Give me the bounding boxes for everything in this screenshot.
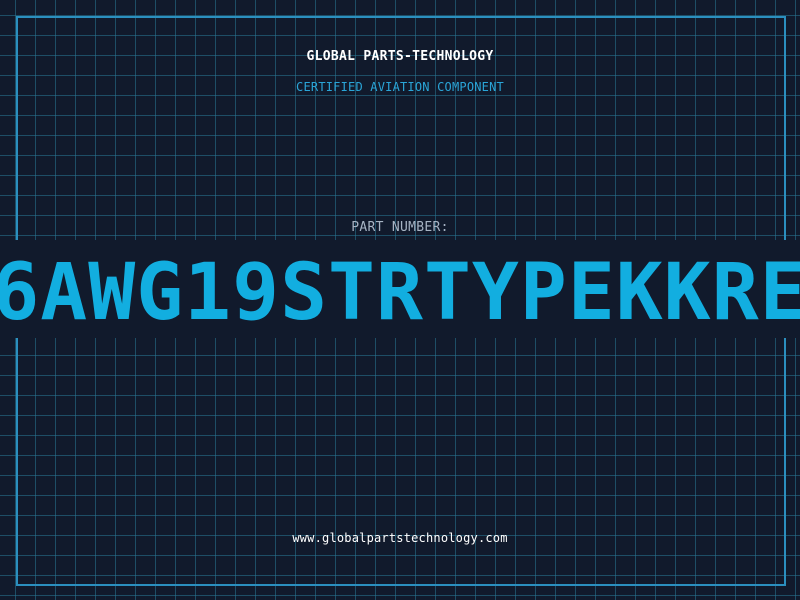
part-number-band: 16AWG19STRTYPEKKRED [0, 240, 800, 338]
brand-title: GLOBAL PARTS-TECHNOLOGY [306, 49, 494, 64]
website-url[interactable]: www.globalpartstechnology.com [0, 531, 800, 545]
part-number-label: PART NUMBER: [351, 220, 449, 235]
part-number-value: 16AWG19STRTYPEKKRED [0, 248, 800, 338]
certificate-page: GLOBAL PARTS-TECHNOLOGY CERTIFIED AVIATI… [0, 0, 800, 600]
certification-subtitle: CERTIFIED AVIATION COMPONENT [296, 80, 504, 94]
